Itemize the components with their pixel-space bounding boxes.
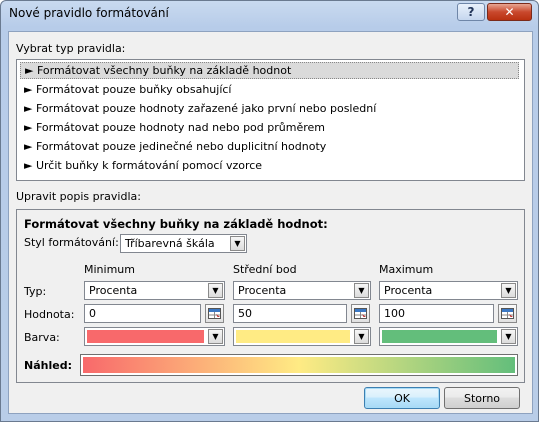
maximum-cell-ref-button[interactable]	[498, 304, 517, 323]
chevron-down-icon[interactable]: ▼	[354, 329, 369, 344]
maximum-value-text: 100	[384, 307, 405, 320]
preview-label: Náhled:	[24, 359, 72, 372]
title-bar[interactable]: Nové pravidlo formátování ? ✕	[1, 1, 538, 27]
rule-type-item[interactable]: ► Formátovat pouze buňky obsahující	[20, 81, 519, 98]
cancel-button[interactable]: Storno	[444, 387, 520, 409]
help-button[interactable]: ?	[457, 3, 485, 21]
midpoint-color-swatch	[236, 330, 350, 343]
dialog-client: Vybrat typ pravidla: ► Formátovat všechn…	[8, 31, 533, 414]
format-style-dropdown[interactable]: Tříbarevná škála ▼	[120, 234, 247, 253]
format-style-label: Styl formátování:	[24, 236, 119, 249]
maximum-color-dropdown[interactable]: ▼	[379, 327, 518, 346]
chevron-down-icon[interactable]: ▼	[208, 329, 223, 344]
chevron-down-icon[interactable]: ▼	[354, 283, 369, 298]
minimum-value-text: 0	[89, 307, 96, 320]
ok-button[interactable]: OK	[364, 387, 440, 409]
window-title: Nové pravidlo formátování	[9, 6, 169, 20]
minimum-type-dropdown[interactable]: Procenta ▼	[84, 281, 225, 300]
format-style-value: Tříbarevná škála	[125, 237, 215, 250]
minimum-color-swatch	[87, 330, 204, 343]
close-button[interactable]: ✕	[487, 3, 532, 21]
cell-reference-icon	[501, 308, 514, 319]
midpoint-value-input[interactable]: 50	[233, 304, 347, 323]
column-header-maximum: Maximum	[379, 263, 434, 276]
minimum-cell-ref-button[interactable]	[205, 304, 224, 323]
cell-reference-icon	[208, 308, 221, 319]
rule-type-item[interactable]: ► Formátovat pouze hodnoty nad nebo pod …	[20, 119, 519, 136]
midpoint-cell-ref-button[interactable]	[351, 304, 370, 323]
midpoint-value-text: 50	[238, 307, 252, 320]
chevron-down-icon[interactable]: ▼	[208, 283, 223, 298]
midpoint-color-dropdown[interactable]: ▼	[233, 327, 371, 346]
rule-type-list[interactable]: ► Formátovat všechny buňky na základě ho…	[16, 59, 525, 181]
preview-box	[80, 354, 518, 376]
chevron-down-icon[interactable]: ▼	[501, 329, 516, 344]
minimum-color-dropdown[interactable]: ▼	[84, 327, 225, 346]
rule-type-label: Vybrat typ pravidla:	[16, 42, 126, 55]
maximum-value-input[interactable]: 100	[379, 304, 494, 323]
dialog-window: Nové pravidlo formátování ? ✕ Vybrat typ…	[0, 0, 539, 422]
help-icon: ?	[467, 5, 475, 19]
cell-reference-icon	[354, 308, 367, 319]
rule-type-item[interactable]: ► Formátovat všechny buňky na základě ho…	[20, 62, 519, 79]
description-title: Formátovat všechny buňky na základě hodn…	[24, 217, 328, 231]
minimum-type-value: Procenta	[89, 284, 138, 297]
midpoint-type-value: Procenta	[238, 284, 287, 297]
chevron-down-icon[interactable]: ▼	[501, 283, 516, 298]
preview-gradient	[83, 357, 515, 373]
rule-description-label: Upravit popis pravidla:	[16, 190, 141, 203]
value-row-label: Hodnota:	[24, 308, 75, 321]
rule-description-panel: Formátovat všechny buňky na základě hodn…	[16, 209, 525, 383]
maximum-type-dropdown[interactable]: Procenta ▼	[379, 281, 518, 300]
chevron-down-icon[interactable]: ▼	[230, 236, 245, 251]
rule-type-item[interactable]: ► Určit buňky k formátování pomocí vzorc…	[20, 157, 519, 174]
midpoint-type-dropdown[interactable]: Procenta ▼	[233, 281, 371, 300]
type-row-label: Typ:	[24, 285, 47, 298]
minimum-value-input[interactable]: 0	[84, 304, 201, 323]
column-header-minimum: Minimum	[84, 263, 135, 276]
maximum-color-swatch	[382, 330, 497, 343]
close-icon: ✕	[504, 5, 515, 19]
column-header-midpoint: Střední bod	[233, 263, 297, 276]
rule-type-item[interactable]: ► Formátovat pouze hodnoty zařazené jako…	[20, 100, 519, 117]
color-row-label: Barva:	[24, 331, 60, 344]
rule-type-item[interactable]: ► Formátovat pouze jedinečné nebo duplic…	[20, 138, 519, 155]
maximum-type-value: Procenta	[384, 284, 433, 297]
